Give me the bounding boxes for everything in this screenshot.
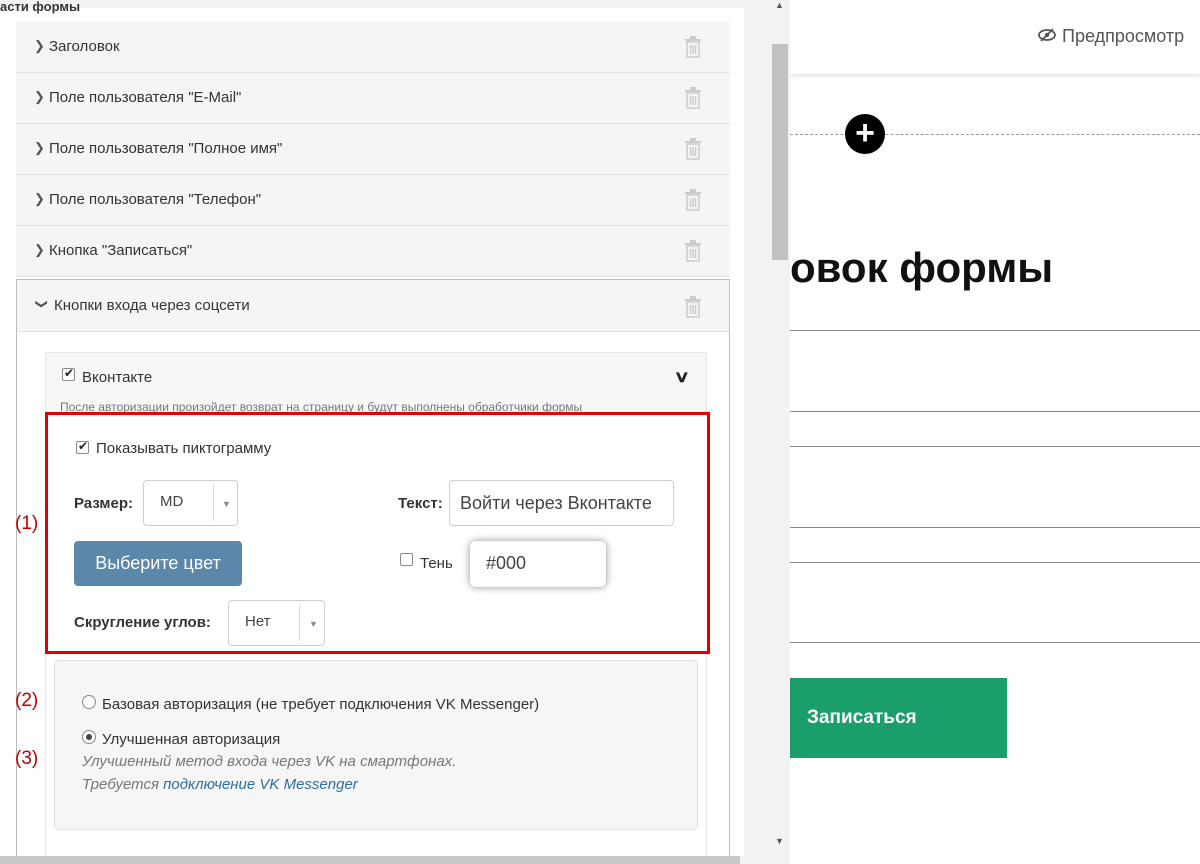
vk-messenger-link[interactable]: подключение VK Messenger [163,776,358,793]
shadow-color-input[interactable]: #000 [470,541,606,587]
accordion-item-label: Поле пользователя "E-Mail" [49,89,242,106]
size-label: Размер: [74,495,134,512]
chevron-down-icon: ❯ [35,298,50,310]
show-icon-checkbox[interactable] [76,439,89,454]
scrollbar-thumb[interactable] [0,856,740,864]
rounding-label: Скругление углов: [74,614,211,631]
vertical-scrollbar[interactable]: ▲ ▼ [770,0,790,864]
accordion-header-social-login[interactable]: ❯ Кнопки входа через соцсети [17,280,729,332]
scroll-down-icon[interactable]: ▼ [775,836,784,846]
choose-color-button[interactable]: Выберите цвет [74,541,242,586]
improved-auth-description: Улучшенный метод входа через VK на смарт… [82,753,457,770]
chevron-right-icon: ❯ [34,140,45,155]
requirement-prefix: Требуется [82,776,159,793]
trash-icon[interactable] [684,296,702,318]
callout-3: (3) [15,748,39,769]
rounding-select[interactable]: Нет ▼ [228,600,325,646]
form-parts-panel: асти формы ❯ Заголовок ❯ Поле пользовате… [0,0,790,864]
button-text-input[interactable]: Войти через Вконтакте [449,480,674,526]
chevron-down-icon[interactable]: ∨ [674,367,690,387]
accordion-item-label: Заголовок [49,38,120,55]
improved-auth-requirement: Требуется подключение VK Messenger [82,776,358,793]
eye-slash-icon [1038,28,1056,46]
trash-icon[interactable] [684,240,702,262]
chevron-right-icon: ❯ [34,89,45,104]
shadow-label: Тень [420,555,453,572]
add-block-icon[interactable]: + [845,114,885,154]
callout-2: (2) [15,690,39,711]
size-select[interactable]: MD ▼ [143,480,238,526]
trash-icon[interactable] [684,138,702,160]
caret-down-icon: ▼ [309,619,318,629]
chevron-right-icon: ❯ [34,191,45,206]
improved-auth-label: Улучшенная авторизация [102,731,281,748]
accordion-item-label: Поле пользователя "Телефон" [49,191,262,208]
preview-button-label: Предпросмотр [1062,26,1185,46]
trash-icon[interactable] [684,189,702,211]
size-select-value: MD [160,493,184,510]
scrollbar-thumb[interactable] [772,44,788,260]
trash-icon[interactable] [684,36,702,58]
button-text-value: Войти через Вконтакте [460,493,652,513]
subscribe-button[interactable]: Записаться [790,678,1007,758]
preview-toolbar: Предпросмотр [790,0,1200,74]
shadow-checkbox[interactable] [400,553,413,566]
basic-auth-radio[interactable] [82,695,96,709]
accordion-item-phone[interactable]: ❯ Поле пользователя "Телефон" [16,175,730,226]
field-line [790,527,1200,528]
accordion-item-label: Поле пользователя "Полное имя" [49,140,283,157]
field-line [790,642,1200,643]
chevron-right-icon: ❯ [34,242,45,257]
accordion-item-label: Кнопка "Записаться" [49,242,193,259]
accordion-item-full-name[interactable]: ❯ Поле пользователя "Полное имя" [16,124,730,175]
form-preview: Предпросмотр + овок формы Записаться [790,0,1200,864]
scroll-up-icon[interactable]: ▲ [775,0,784,10]
section-title: асти формы [0,0,81,14]
improved-auth-radio[interactable] [82,730,96,744]
field-line [790,446,1200,447]
preview-button[interactable]: Предпросмотр [1038,26,1184,47]
basic-auth-label: Базовая авторизация (не требует подключе… [102,696,540,713]
trash-icon[interactable] [684,87,702,109]
shadow-color-value: #000 [486,553,527,573]
accordion-item-heading[interactable]: ❯ Заголовок [16,22,730,73]
form-title: овок формы [790,244,1054,291]
field-line [790,562,1200,563]
vk-label: Вконтакте [82,369,153,386]
rounding-select-value: Нет [245,613,271,630]
horizontal-scrollbar[interactable] [0,856,790,864]
field-line [790,411,1200,412]
chevron-right-icon: ❯ [34,38,45,53]
caret-down-icon: ▼ [222,499,231,509]
show-icon-label: Показывать пиктограмму [96,440,272,457]
accordion-item-email[interactable]: ❯ Поле пользователя "E-Mail" [16,73,730,124]
text-label: Текст: [398,495,443,512]
vk-enable-checkbox[interactable] [62,366,75,381]
accordion-item-label: Кнопки входа через соцсети [54,297,250,314]
field-line [790,330,1200,331]
accordion-item-subscribe-button[interactable]: ❯ Кнопка "Записаться" [16,226,730,277]
callout-1: (1) [15,513,39,534]
